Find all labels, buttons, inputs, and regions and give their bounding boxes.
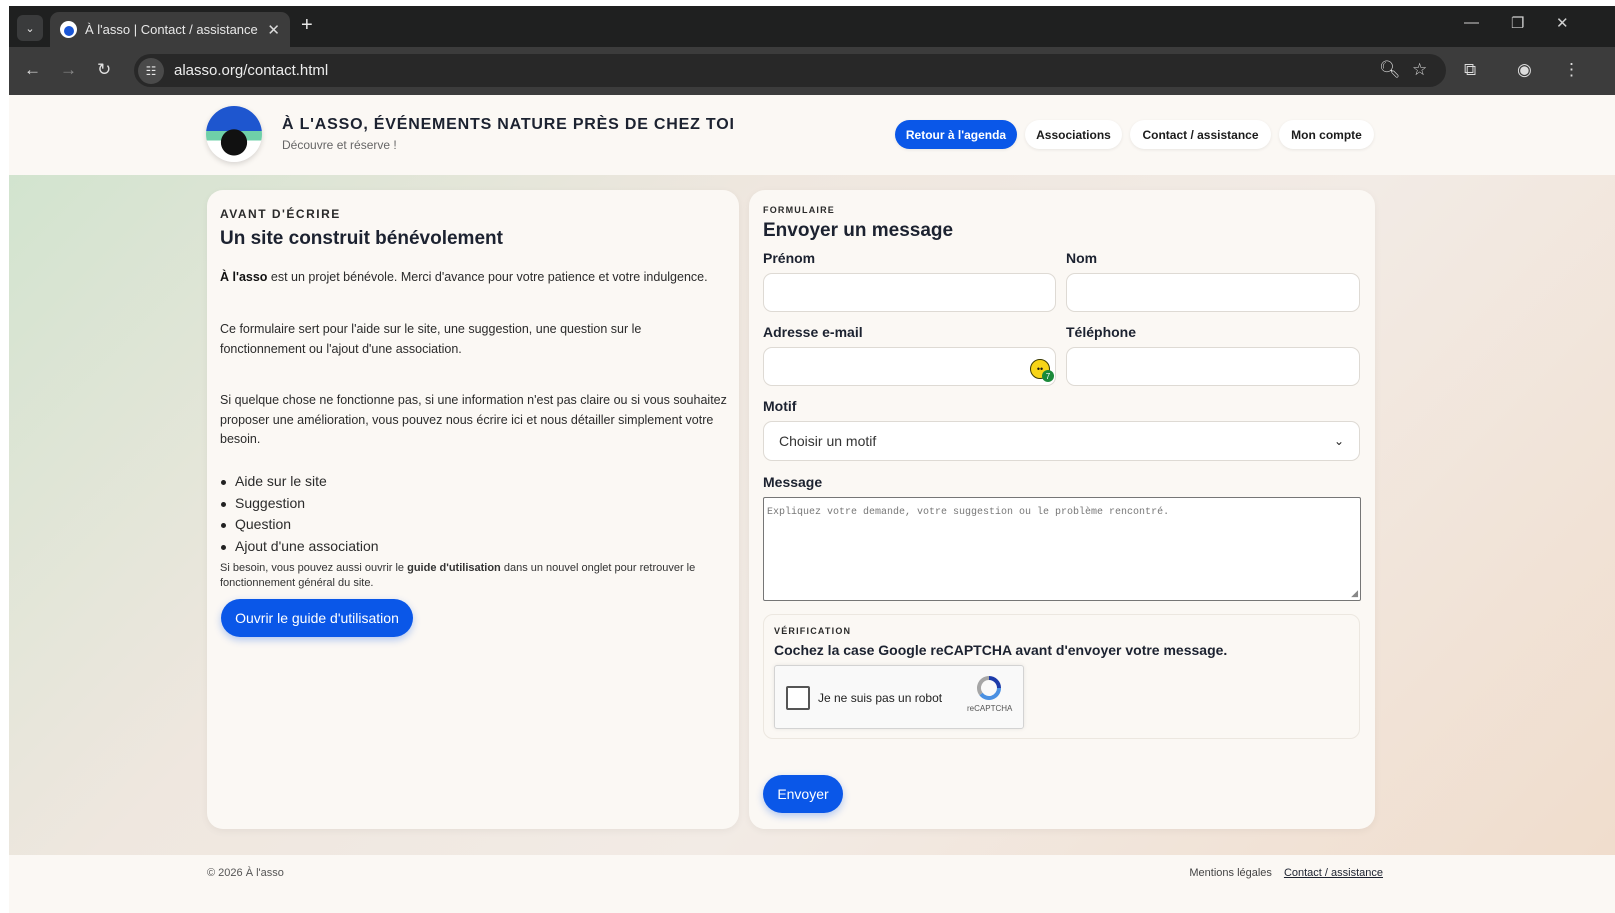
list-item: Ajout d'une association	[220, 536, 379, 558]
forward-arrow-icon[interactable]: →	[60, 60, 77, 80]
list-item: Suggestion	[220, 493, 379, 515]
footer-links: Mentions légales Contact / assistance	[1189, 867, 1383, 879]
site-logo-icon[interactable]	[206, 106, 262, 162]
message-textarea[interactable]: Expliquez votre demande, votre suggestio…	[763, 497, 1361, 601]
phone-label: Téléphone	[1066, 324, 1137, 340]
intro-paragraph: À l'asso est un projet bénévole. Merci d…	[220, 268, 730, 288]
tab-search-button[interactable]: ⌄	[17, 15, 43, 41]
window-close-icon[interactable]: ✕	[1556, 14, 1569, 32]
footer-contact-link[interactable]: Contact / assistance	[1284, 867, 1383, 879]
web-page: À L'ASSO, ÉVÉNEMENTS NATURE PRÈS DE CHEZ…	[9, 95, 1615, 913]
tab-close-icon[interactable]: ✕	[267, 21, 280, 39]
prenom-input[interactable]	[763, 273, 1056, 312]
password-count-badge: 7	[1042, 370, 1054, 382]
tab-title: À l'asso | Contact / assistance	[85, 22, 258, 37]
browser-menu-icon[interactable]: ⋮	[1563, 60, 1580, 80]
recaptcha-checkbox[interactable]	[786, 686, 810, 710]
copyright: © 2026 À l'asso	[207, 867, 284, 879]
guide-note-pre: Si besoin, vous pouvez aussi ouvrir le	[220, 562, 408, 574]
site-footer: © 2026 À l'asso Mentions légales Contact…	[9, 855, 1615, 913]
tab-bar: ⌄ À l'asso | Contact / assistance ✕ + — …	[9, 6, 1615, 47]
new-tab-button[interactable]: +	[301, 14, 313, 37]
site-subtitle: Découvre et réserve !	[282, 138, 397, 152]
back-arrow-icon[interactable]: ←	[24, 60, 41, 80]
brand-name: À l'asso	[220, 270, 268, 284]
intro-text: est un projet bénévole. Merci d'avance p…	[267, 270, 708, 284]
info-eyebrow: AVANT D'ÉCRIRE	[220, 207, 341, 221]
browser-toolbar: ← → ↻ ☷ alasso.org/contact.html 🔍︎ ☆ ⧉ ◉…	[9, 47, 1615, 95]
motif-select[interactable]: Choisir un motif ⌄	[763, 421, 1360, 461]
nom-input[interactable]	[1066, 273, 1360, 312]
reload-icon[interactable]: ↻	[97, 60, 111, 80]
motif-label: Motif	[763, 398, 797, 414]
password-manager-icon[interactable]: •• 7	[1030, 359, 1054, 382]
submit-button[interactable]: Envoyer	[763, 775, 843, 813]
profile-avatar-icon[interactable]: ◉	[1517, 60, 1532, 80]
chevron-down-icon: ⌄	[25, 22, 35, 35]
recaptcha-widget: Je ne suis pas un robot reCAPTCHA	[774, 665, 1024, 729]
minimize-icon[interactable]: —	[1464, 14, 1479, 31]
verif-instructions: Cochez la case Google reCAPTCHA avant d'…	[774, 642, 1228, 658]
nom-label: Nom	[1066, 250, 1098, 266]
active-tab[interactable]: À l'asso | Contact / assistance ✕	[50, 12, 290, 47]
phone-input[interactable]	[1066, 347, 1360, 386]
nav-associations-button[interactable]: Associations	[1025, 120, 1122, 149]
site-header: À L'ASSO, ÉVÉNEMENTS NATURE PRÈS DE CHEZ…	[9, 95, 1615, 175]
restore-icon[interactable]: ❐	[1511, 14, 1524, 32]
message-label: Message	[763, 474, 823, 490]
site-settings-icon[interactable]: ☷	[138, 57, 164, 84]
site-favicon-icon	[60, 21, 77, 38]
browser-window: ⌄ À l'asso | Contact / assistance ✕ + — …	[9, 6, 1615, 913]
form-eyebrow: FORMULAIRE	[763, 205, 835, 215]
extensions-icon[interactable]: ⧉	[1464, 60, 1476, 80]
url-text: alasso.org/contact.html	[174, 62, 329, 79]
email-label: Adresse e-mail	[763, 324, 863, 340]
zoom-icon[interactable]: 🔍︎	[1379, 60, 1401, 80]
resize-handle-icon[interactable]: ◢	[1351, 588, 1358, 599]
nav-account-button[interactable]: Mon compte	[1279, 120, 1374, 149]
verif-eyebrow: VÉRIFICATION	[774, 626, 852, 636]
contact-form-card: FORMULAIRE Envoyer un message Prénom Nom…	[749, 190, 1375, 829]
recaptcha-brand: reCAPTCHA	[967, 704, 1013, 713]
recaptcha-label: Je ne suis pas un robot	[818, 691, 943, 705]
nav-agenda-button[interactable]: Retour à l'agenda	[895, 120, 1017, 149]
site-title: À L'ASSO, ÉVÉNEMENTS NATURE PRÈS DE CHEZ…	[282, 116, 735, 133]
legal-link[interactable]: Mentions légales	[1189, 867, 1272, 879]
message-placeholder: Expliquez votre demande, votre suggestio…	[767, 507, 1170, 518]
form-heading: Envoyer un message	[763, 220, 954, 241]
recaptcha-logo-icon	[977, 676, 1001, 700]
info-heading: Un site construit bénévolement	[220, 228, 503, 249]
motif-selected-value: Choisir un motif	[779, 433, 877, 449]
prenom-label: Prénom	[763, 250, 816, 266]
chevron-down-icon: ⌄	[1333, 434, 1344, 448]
bookmark-star-icon[interactable]: ☆	[1412, 60, 1427, 80]
topics-list: Aide sur le site Suggestion Question Ajo…	[220, 471, 379, 557]
guide-note: Si besoin, vous pouvez aussi ouvrir le g…	[220, 561, 720, 591]
list-item: Question	[220, 514, 379, 536]
address-bar[interactable]: ☷ alasso.org/contact.html	[134, 54, 1446, 87]
purpose-paragraph: Ce formulaire sert pour l'aide sur le si…	[220, 322, 642, 356]
nav-contact-button[interactable]: Contact / assistance	[1130, 120, 1271, 149]
guide-note-bold: guide d'utilisation	[407, 562, 501, 574]
info-card: AVANT D'ÉCRIRE Un site construit bénévol…	[207, 190, 739, 829]
help-paragraph: Si quelque chose ne fonctionne pas, si u…	[220, 393, 727, 446]
list-item: Aide sur le site	[220, 471, 379, 493]
email-input[interactable]: •• 7	[763, 347, 1056, 386]
verification-panel: VÉRIFICATION Cochez la case Google reCAP…	[763, 614, 1360, 739]
open-guide-button[interactable]: Ouvrir le guide d'utilisation	[221, 599, 413, 637]
